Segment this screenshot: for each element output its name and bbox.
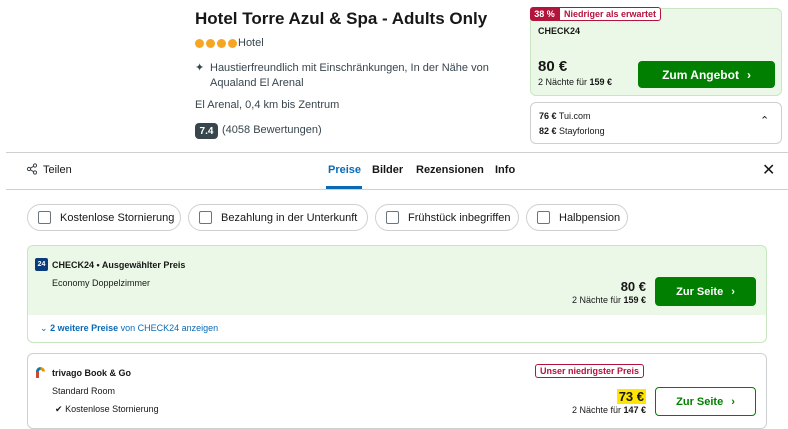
chevron-right-icon: › — [731, 285, 735, 298]
checkbox[interactable] — [38, 211, 51, 224]
go-to-site-label: Zur Seite — [676, 285, 724, 298]
offer-price: 80 € — [620, 279, 646, 294]
offer-total-price: 147 € — [623, 405, 646, 415]
offer-room-type: Economy Doppelzimmer — [52, 278, 151, 288]
close-icon[interactable]: ✕ — [762, 160, 775, 180]
star-icon — [228, 39, 237, 48]
tab-reviews[interactable]: Rezensionen — [416, 164, 484, 176]
hotel-name: Hotel Torre Azul & Spa - Adults Only — [195, 9, 488, 28]
tab-images[interactable]: Bilder — [372, 164, 403, 176]
filter-label: Halbpension — [559, 211, 621, 224]
hotel-features: Haustierfreundlich mit Einschränkungen, … — [210, 62, 489, 89]
lower-than-expected-badge: Niedriger als erwartet — [559, 7, 662, 21]
offer-price-wrapper: 73 € — [560, 389, 646, 404]
deal-price: 80 € — [538, 58, 568, 75]
more-prices-count: 2 weitere Preise — [50, 323, 119, 333]
rating-badge: 7.4 — [195, 123, 218, 139]
free-cancellation-note: ✔ Kostenlose Stornierung — [55, 404, 159, 415]
active-tab-indicator — [326, 186, 362, 189]
lowest-price-badge: Unser niedrigster Preis — [535, 364, 645, 378]
filter-breakfast-included[interactable]: Frühstück inbegriffen — [375, 204, 519, 231]
alt-price: 82 € — [539, 126, 557, 136]
go-to-site-button[interactable]: Zur Seite › — [655, 387, 756, 416]
offer-nights-total: 2 Nächte für 147 € — [530, 405, 646, 415]
offer-nights-total: 2 Nächte für 159 € — [530, 295, 646, 305]
star-icon — [195, 39, 204, 48]
go-to-site-label: Zur Seite — [676, 395, 724, 408]
filter-pay-at-property[interactable]: Bezahlung in der Unterkunft — [188, 204, 368, 231]
filter-half-board[interactable]: Halbpension — [526, 204, 628, 231]
tab-info[interactable]: Info — [495, 164, 515, 176]
view-deal-label: Zum Angebot — [662, 67, 739, 82]
offer-nights-label: 2 Nächte für — [571, 295, 624, 305]
checkbox[interactable] — [386, 211, 399, 224]
deal-nights-label: 2 Nächte für — [538, 77, 590, 87]
tab-prices[interactable]: Preise — [328, 164, 361, 176]
checkbox[interactable] — [199, 211, 212, 224]
chevron-right-icon: › — [731, 395, 735, 408]
deal-provider: CHECK24 — [538, 26, 581, 36]
chevron-down-icon: ⌄ — [40, 323, 48, 333]
alt-price-row: 82 € Stayforlong — [539, 126, 605, 136]
review-count[interactable]: (4058 Bewertungen) — [222, 124, 322, 136]
offer-price: 73 € — [616, 389, 646, 404]
star-icon — [206, 39, 215, 48]
checkbox[interactable] — [537, 211, 550, 224]
hotel-location: El Arenal, 0,4 km bis Zentrum — [195, 99, 340, 111]
alt-provider: Tui.com — [558, 111, 591, 121]
deal-total-price: 159 € — [589, 77, 613, 87]
filter-label: Bezahlung in der Unterkunft — [221, 211, 358, 224]
offer-nights-label: 2 Nächte für — [571, 405, 624, 415]
trivago-logo-icon — [36, 367, 45, 378]
share-icon[interactable] — [26, 163, 38, 178]
chevron-right-icon: › — [746, 67, 751, 82]
more-prices-label: von CHECK24 anzeigen — [118, 323, 219, 333]
share-button[interactable]: Teilen — [43, 164, 72, 176]
more-prices-link[interactable]: ⌄ 2 weitere Preise von CHECK24 anzeigen — [40, 323, 218, 334]
alternative-prices-card[interactable] — [530, 102, 782, 144]
free-cancellation-label: Kostenlose Stornierung — [65, 404, 159, 414]
hotel-type: Hotel — [238, 37, 264, 49]
offer-provider: CHECK24 • Ausgewählter Preis — [52, 260, 186, 270]
chevron-up-icon[interactable]: ⌃ — [760, 114, 769, 127]
star-rating — [195, 39, 237, 48]
check-icon: ✔ — [55, 404, 63, 414]
star-icon — [217, 39, 226, 48]
go-to-site-button[interactable]: Zur Seite › — [655, 277, 756, 306]
alt-provider: Stayforlong — [559, 126, 605, 136]
alt-price: 76 € — [539, 111, 557, 121]
filter-label: Kostenlose Stornierung — [60, 211, 175, 224]
view-deal-button[interactable]: Zum Angebot › — [638, 61, 775, 88]
filter-free-cancellation[interactable]: Kostenlose Stornierung — [27, 204, 181, 231]
offer-total-price: 159 € — [623, 295, 646, 305]
deal-nights-total: 2 Nächte für 159 € — [538, 77, 612, 87]
discount-badge: 38 % — [530, 7, 559, 21]
alt-price-row: 76 € Tui.com — [539, 111, 591, 121]
feature-sparkle-icon: ✦ — [195, 62, 205, 74]
check24-logo-icon: 24 — [35, 258, 48, 271]
filter-label: Frühstück inbegriffen — [408, 211, 511, 224]
offer-provider: trivago Book & Go — [52, 368, 132, 378]
offer-room-type: Standard Room — [52, 386, 116, 396]
